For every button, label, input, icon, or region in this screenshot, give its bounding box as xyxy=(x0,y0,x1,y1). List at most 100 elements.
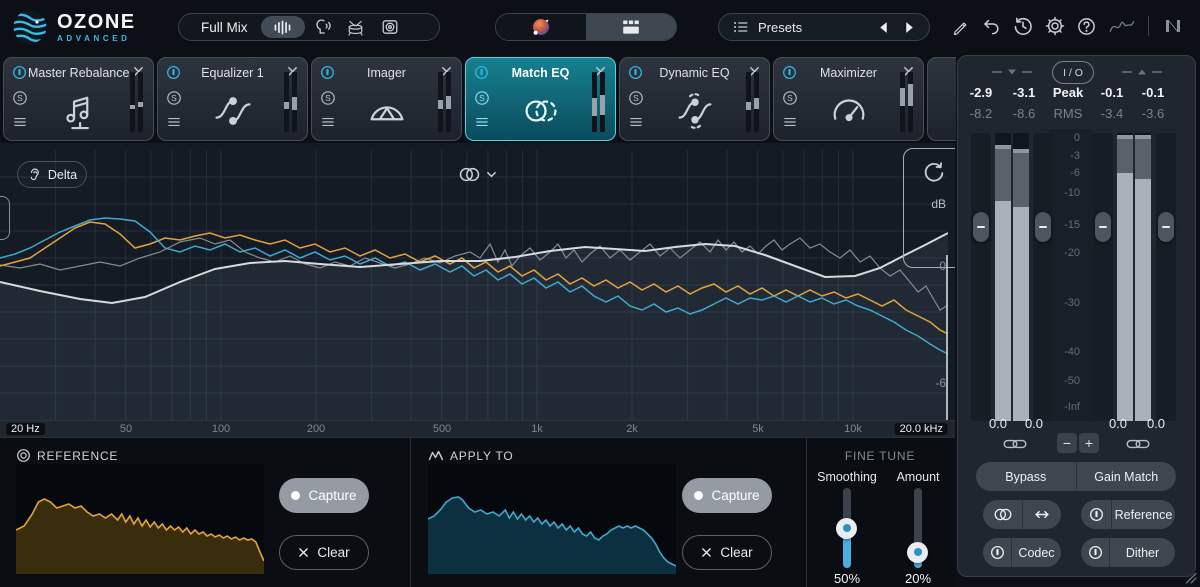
fader-track xyxy=(971,133,991,421)
drums-focus-button[interactable] xyxy=(339,16,373,38)
meter-value: -0.1 xyxy=(1091,85,1133,100)
meter-value: -8.2 xyxy=(959,106,1003,121)
module-card[interactable]: Master Rebalance S xyxy=(3,57,154,141)
freq-tick-label: 200 xyxy=(307,423,325,435)
reference-power-icon[interactable] xyxy=(1081,500,1111,529)
delta-button[interactable]: Delta xyxy=(17,161,87,188)
input-gain-fader[interactable] xyxy=(1035,212,1051,242)
module-menu-icon[interactable] xyxy=(629,116,643,128)
gain-plus-button[interactable]: + xyxy=(1079,433,1099,453)
amount-slider[interactable] xyxy=(907,488,929,584)
module-solo-button[interactable]: S xyxy=(628,90,644,106)
module-menu-icon[interactable] xyxy=(167,116,181,128)
dither-power-icon[interactable] xyxy=(1081,538,1109,567)
reference-target-icon xyxy=(16,448,31,463)
codec-power-icon[interactable] xyxy=(983,538,1011,567)
input-collapse-control[interactable] xyxy=(980,69,1044,75)
gain-match-button[interactable]: Gain Match xyxy=(1076,462,1177,491)
codec-button[interactable]: Codec xyxy=(1011,538,1061,567)
module-power-icon[interactable] xyxy=(782,65,797,80)
module-card[interactable]: Match EQ S xyxy=(465,57,616,141)
module-menu-icon[interactable] xyxy=(475,116,489,128)
module-title: Equalizer 1 xyxy=(182,66,283,80)
full-mix-button[interactable] xyxy=(261,16,305,38)
imager-icon xyxy=(365,89,409,133)
svg-text:S: S xyxy=(17,93,23,103)
gain-value: 0.0 xyxy=(979,416,1017,431)
apply-to-capture-button[interactable]: Capture xyxy=(682,478,772,513)
triangle-down-icon xyxy=(1007,69,1017,75)
module-card[interactable]: Maximizer S xyxy=(773,57,924,141)
module-power-icon[interactable] xyxy=(628,65,643,80)
io-button[interactable]: I / O xyxy=(1052,61,1094,84)
detailed-view-button[interactable] xyxy=(496,14,586,40)
drums-icon xyxy=(346,19,365,36)
mid-side-button[interactable] xyxy=(1022,500,1061,529)
module-solo-button[interactable]: S xyxy=(12,90,28,106)
stereo-mode-button[interactable] xyxy=(983,500,1022,529)
gain-minus-button[interactable]: − xyxy=(1057,433,1077,453)
presets-selector[interactable]: Presets xyxy=(718,13,930,41)
dither-button[interactable]: Dither xyxy=(1109,538,1175,567)
reference-button[interactable]: Reference xyxy=(1111,500,1175,529)
frequency-axis: 20 Hz501002005001k2k5k10k20.0 kHz xyxy=(0,420,955,437)
module-menu-icon[interactable] xyxy=(13,116,27,128)
match-eq-icon xyxy=(519,89,563,133)
module-solo-button[interactable]: S xyxy=(320,90,336,106)
instrument-icon xyxy=(381,18,399,36)
next-preset-button[interactable] xyxy=(905,21,914,34)
left-edge-handle[interactable] xyxy=(0,196,10,240)
gain-value: 0.0 xyxy=(1137,416,1175,431)
module-card[interactable]: Imager S xyxy=(311,57,462,141)
module-solo-button[interactable]: S xyxy=(166,90,182,106)
output-collapse-control[interactable] xyxy=(1110,69,1174,75)
output-gain-fader[interactable] xyxy=(1095,212,1111,242)
chevron-down-icon xyxy=(486,171,497,179)
module-power-icon[interactable] xyxy=(166,65,181,80)
apply-to-clear-button[interactable]: Clear xyxy=(682,535,772,570)
output-link-icon[interactable] xyxy=(1126,437,1150,451)
settings-gear-icon[interactable] xyxy=(1045,16,1065,36)
modules-view-button[interactable] xyxy=(586,14,676,40)
resize-grip-icon[interactable] xyxy=(1183,570,1197,584)
equalizer-icon xyxy=(211,89,255,133)
reset-icon[interactable] xyxy=(922,161,946,185)
help-icon[interactable] xyxy=(1077,17,1096,36)
reference-clear-button[interactable]: Clear xyxy=(279,535,369,570)
input-link-icon[interactable] xyxy=(1003,437,1027,451)
ni-logo xyxy=(1161,18,1185,34)
module-power-icon[interactable] xyxy=(474,65,489,80)
instrument-focus-button[interactable] xyxy=(373,16,407,38)
history-icon[interactable] xyxy=(1013,16,1033,36)
db-tick-label: -6 xyxy=(935,376,946,390)
module-power-icon[interactable] xyxy=(320,65,335,80)
module-solo-button[interactable]: S xyxy=(474,90,490,106)
power-icon xyxy=(990,545,1005,560)
reference-capture-button[interactable]: Capture xyxy=(279,478,369,513)
apply-to-snapshot-chart xyxy=(428,464,676,574)
edit-pencil-icon[interactable] xyxy=(952,18,969,35)
freq-tick-label: 100 xyxy=(212,423,230,435)
module-menu-icon[interactable] xyxy=(321,116,335,128)
slider-thumb[interactable] xyxy=(907,542,928,563)
svg-text:S: S xyxy=(325,93,331,103)
channel-view-selector[interactable] xyxy=(458,166,497,183)
undo-icon[interactable] xyxy=(981,17,1001,35)
module-card[interactable]: Equalizer 1 S xyxy=(157,57,308,141)
module-menu-icon[interactable] xyxy=(783,116,797,128)
output-gain-fader[interactable] xyxy=(1158,212,1174,242)
svg-text:S: S xyxy=(633,93,639,103)
smoothing-slider[interactable] xyxy=(836,488,858,584)
module-power-icon[interactable] xyxy=(12,65,27,80)
slider-thumb[interactable] xyxy=(836,518,857,539)
input-gain-fader[interactable] xyxy=(973,212,989,242)
stereo-circles-icon xyxy=(458,166,481,183)
previous-preset-button[interactable] xyxy=(879,21,888,34)
rebalance-icon xyxy=(57,89,101,133)
vocal-focus-button[interactable] xyxy=(305,16,339,38)
module-solo-button[interactable]: S xyxy=(782,90,798,106)
module-card[interactable]: Dynamic EQ S xyxy=(619,57,770,141)
spectrum-view[interactable]: dB0-6 Delta 20 Hz501002005001k2k5k10k20.… xyxy=(0,143,955,437)
amount-label: Amount xyxy=(874,470,962,484)
bypass-button[interactable]: Bypass xyxy=(976,462,1076,491)
